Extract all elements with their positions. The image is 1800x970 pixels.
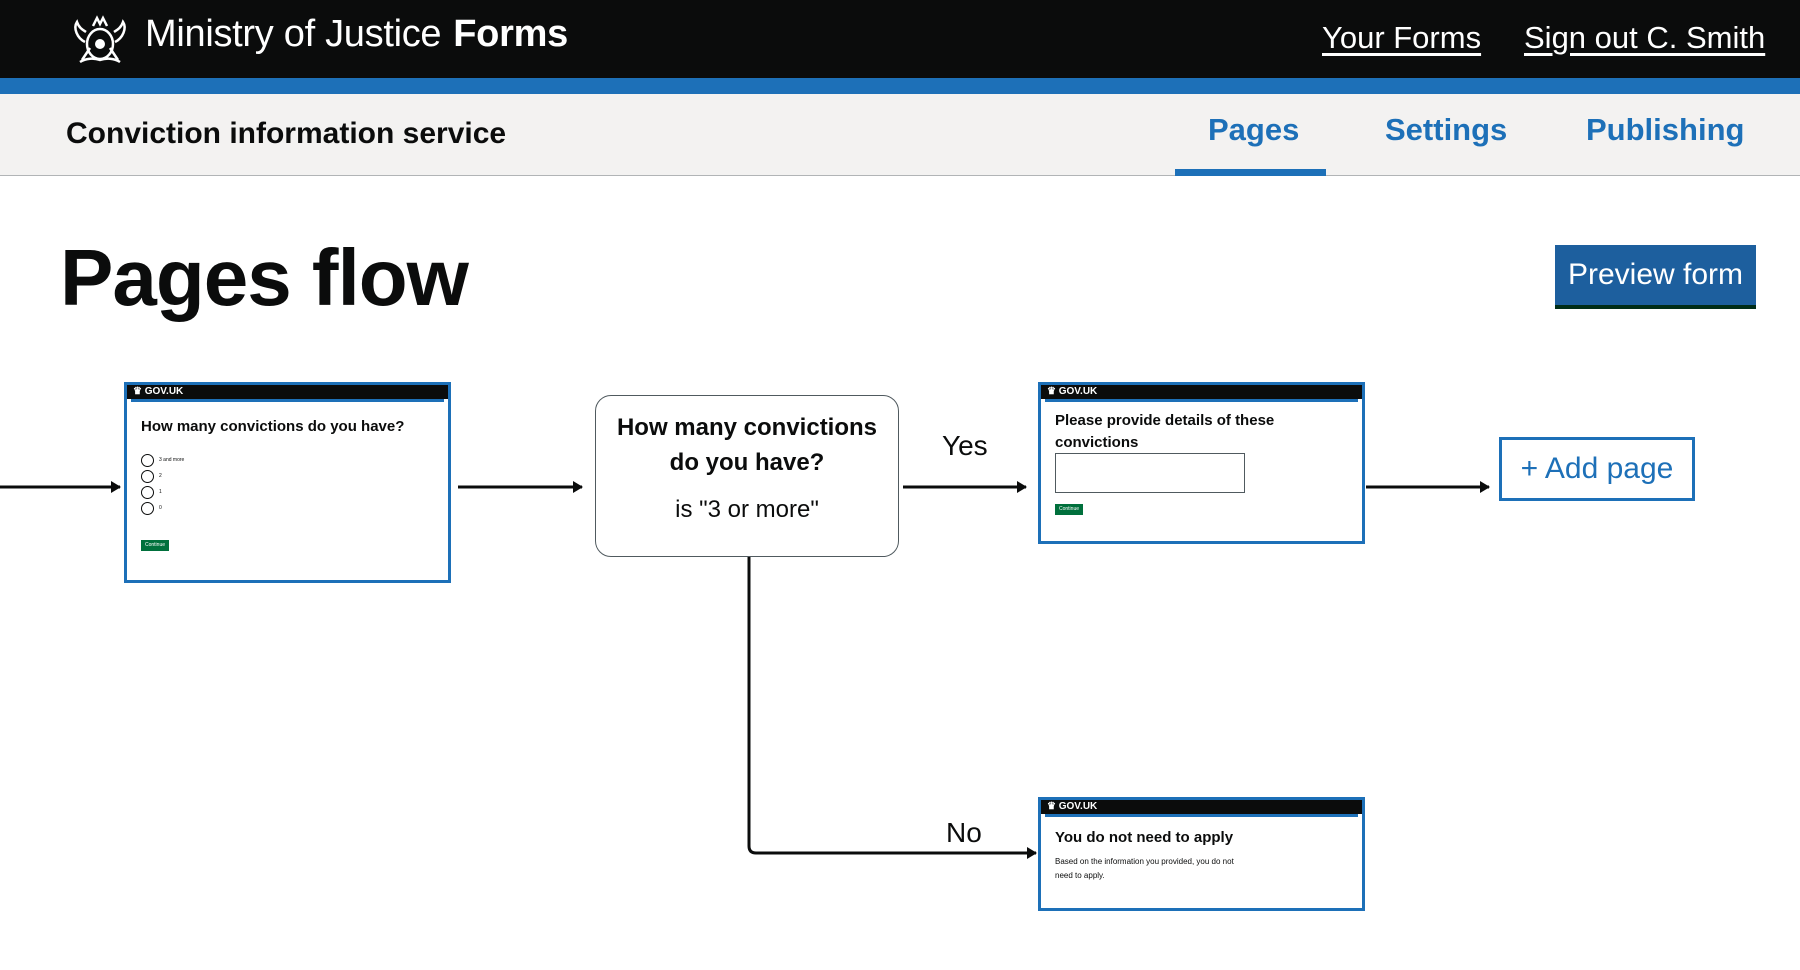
radio-option: 2 — [141, 468, 448, 484]
radio-icon — [141, 485, 154, 499]
condition-box[interactable]: How many convictions do you have? is "3 … — [595, 395, 899, 557]
condition-value: is "3 or more" — [675, 496, 819, 523]
continue-button-thumb: Continue — [1055, 504, 1084, 515]
radio-icon — [141, 453, 154, 467]
page-card-conviction-count[interactable]: ♛ GOV.UK How many convictions do you hav… — [124, 382, 451, 583]
radio-group: 3 and more 2 1 0 — [127, 452, 448, 516]
govuk-bar: ♛ GOV.UK — [1041, 385, 1362, 399]
govuk-bar: ♛ GOV.UK — [1041, 800, 1362, 814]
radio-icon — [141, 469, 154, 483]
radio-option: 3 and more — [141, 452, 448, 468]
card-accent-line — [1045, 399, 1358, 402]
branch-label-no: No — [946, 817, 982, 848]
card-accent-line — [1045, 814, 1358, 817]
continue-button-thumb: Continue — [141, 540, 170, 551]
radio-option: 1 — [141, 484, 448, 500]
page-card-no-need-to-apply[interactable]: ♛ GOV.UK You do not need to apply Based … — [1038, 797, 1365, 911]
card-heading: You do not need to apply — [1055, 829, 1234, 846]
add-page-button[interactable]: + Add page — [1499, 437, 1695, 501]
details-textbox-thumb — [1055, 453, 1245, 493]
govuk-bar: ♛ GOV.UK — [127, 385, 448, 399]
condition-question: How many convictions do you have? — [616, 414, 878, 476]
arrow-no — [747, 557, 1037, 859]
card-question: How many convictions do you have? — [141, 418, 405, 435]
page-card-conviction-details[interactable]: ♛ GOV.UK Please provide details of these… — [1038, 382, 1365, 544]
card-accent-line — [131, 399, 444, 402]
card-body-text: Based on the information you provided, y… — [1055, 857, 1234, 880]
branch-label-yes: Yes — [942, 430, 988, 461]
radio-option: 0 — [141, 500, 448, 516]
card-question: Please provide details of these convicti… — [1055, 412, 1275, 451]
radio-icon — [141, 501, 154, 515]
